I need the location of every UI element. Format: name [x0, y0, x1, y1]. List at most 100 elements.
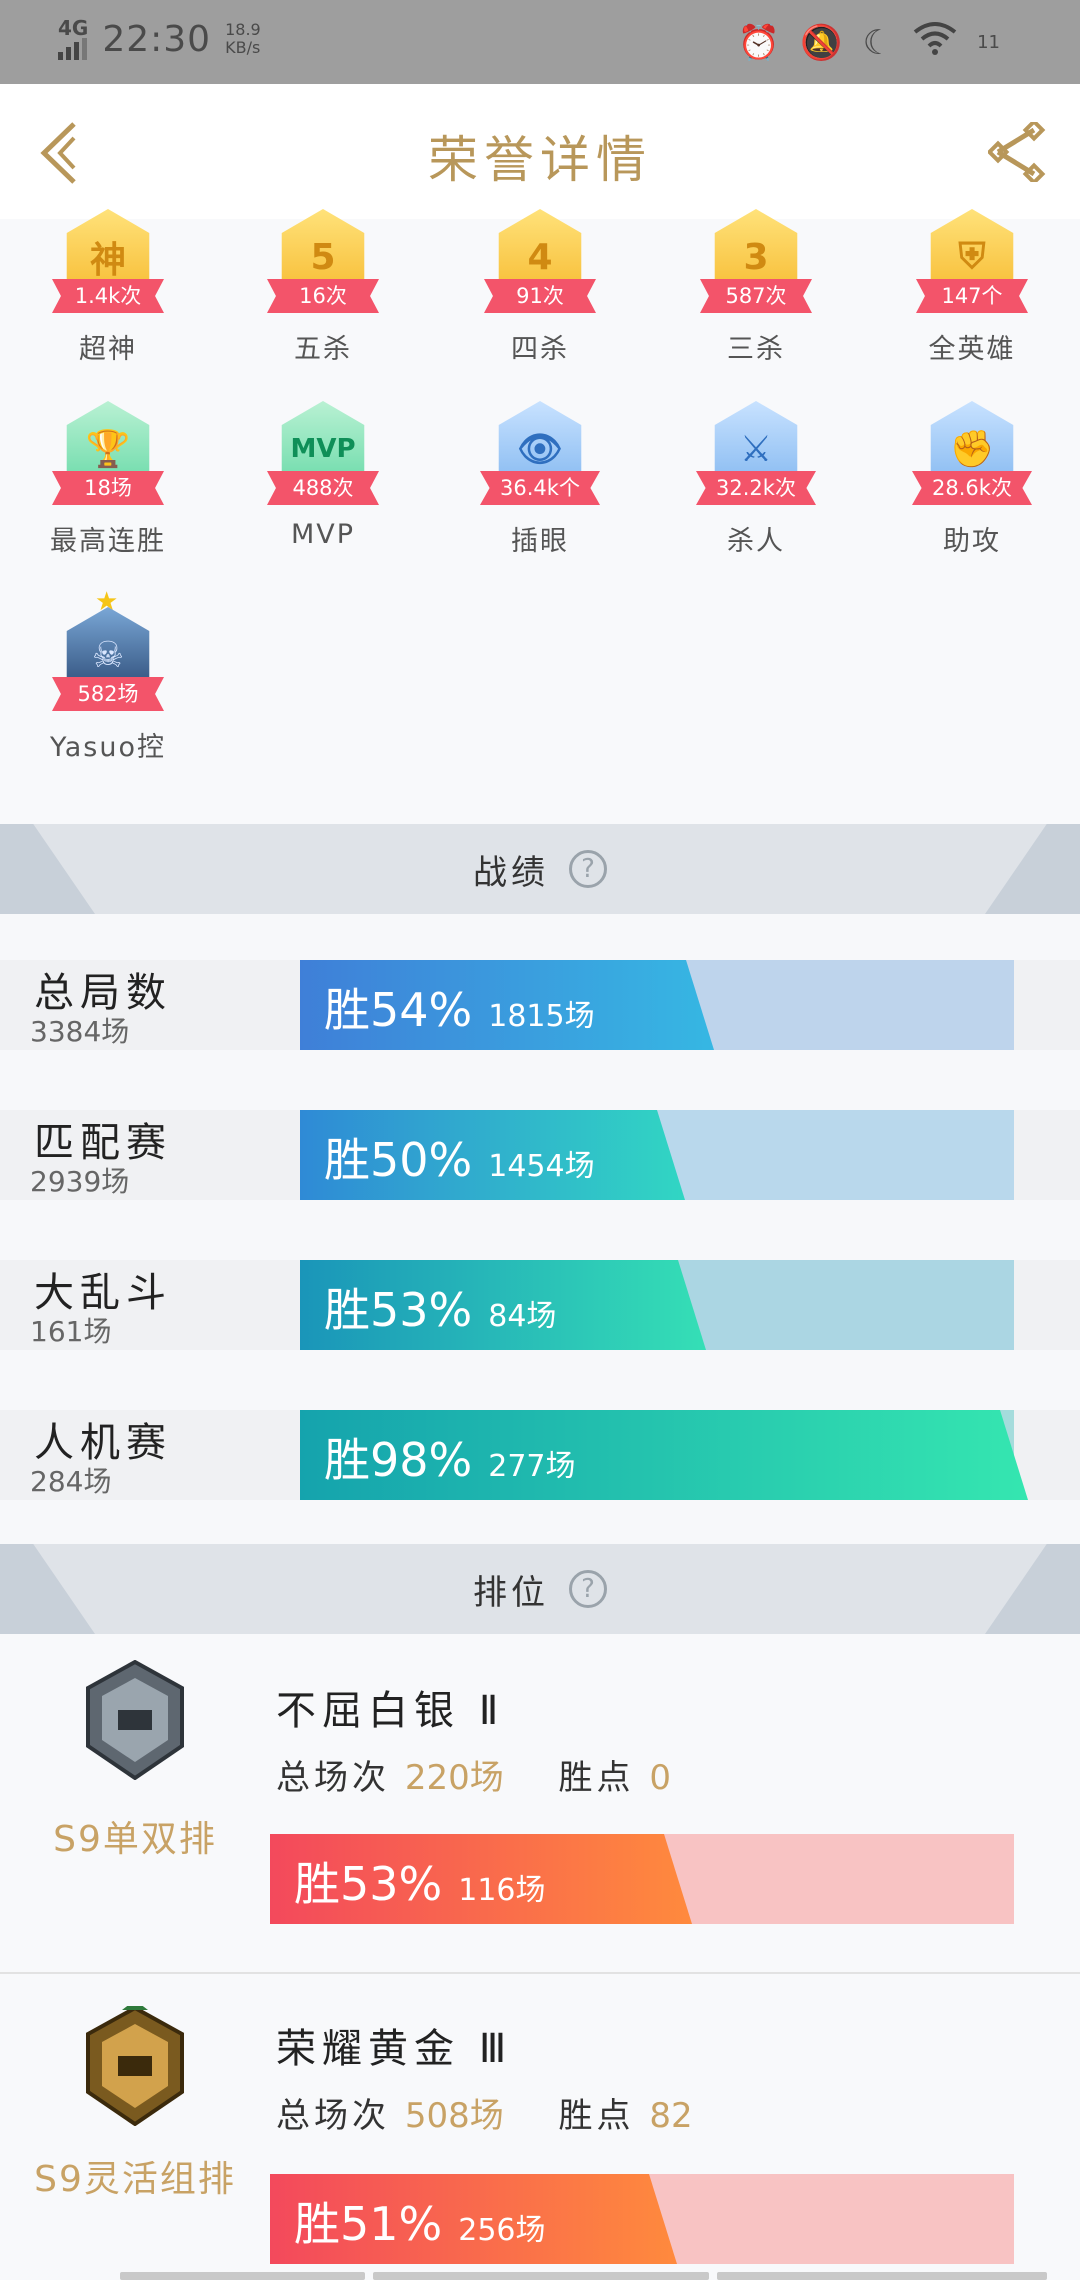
- badge-count: 582场: [52, 677, 164, 711]
- badge-label: MVP: [290, 519, 356, 550]
- signal-bars-icon: [58, 38, 88, 60]
- winrate-percent: 胜53%: [294, 1857, 443, 1911]
- badge-count: 18场: [52, 471, 164, 505]
- points-value: 82: [649, 2096, 693, 2136]
- winrate-percent: 胜98%: [324, 1433, 473, 1487]
- points-label: 胜点: [558, 1758, 635, 1798]
- rank-tier: 不屈白银 Ⅱ: [276, 1688, 505, 1734]
- winrate-bar: 胜98% 277场: [300, 1410, 1028, 1500]
- status-bar: 4G 22:30 18.9 KB/s ⏰ 🔕 ☾ 11: [0, 0, 1080, 84]
- record-row[interactable]: 总局数 3384场 胜54% 1815场: [0, 960, 1080, 1050]
- badge-champion-mastery[interactable]: ★ ☠ 582场 Yasuo控: [33, 587, 183, 764]
- badge-label: 助攻: [943, 526, 1001, 557]
- winrate-percent: 胜50%: [324, 1133, 473, 1187]
- badge-count: 28.6k次: [912, 471, 1032, 505]
- header-wing-right: [985, 1544, 1080, 1634]
- rank-card[interactable]: S9灵活组排 荣耀黄金 Ⅲ 总场次 508场 胜点 82 胜51% 256场: [0, 1974, 1080, 2280]
- badge-label: 最高连胜: [50, 526, 166, 557]
- silver-emblem-icon: [86, 1660, 184, 1780]
- wins-count: 256场: [458, 2213, 546, 2248]
- signal-indicator: 4G: [58, 18, 88, 60]
- badge-all-champions[interactable]: ⛨ 147个 全英雄: [897, 209, 1047, 366]
- record-count: 2939场: [30, 1165, 130, 1198]
- header-wing-left: [0, 1544, 95, 1634]
- record-count: 161场: [30, 1315, 112, 1348]
- badge-quadrakill[interactable]: 4 91次 四杀: [465, 209, 615, 366]
- wifi-icon: [913, 20, 957, 65]
- badge-label: 五杀: [294, 334, 352, 365]
- record-count: 3384场: [30, 1015, 130, 1048]
- badge-count: 32.2k次: [696, 471, 816, 505]
- rank-title: 排位: [473, 1572, 549, 1613]
- rank-section-header: 排位 ?: [0, 1544, 1080, 1634]
- moon-icon: ☾: [862, 22, 894, 63]
- gold-emblem-icon: [86, 2006, 184, 2126]
- badge-kills[interactable]: ⚔ 32.2k次 杀人: [681, 401, 831, 558]
- badge-count: 91次: [484, 279, 596, 313]
- rank-tier: 荣耀黄金 Ⅲ: [276, 2026, 513, 2072]
- help-icon[interactable]: ?: [569, 850, 607, 888]
- network-speed: 18.9 KB/s: [225, 21, 261, 57]
- badge-label: 四杀: [511, 334, 569, 365]
- badge-label: 杀人: [727, 526, 785, 557]
- badge-count: 488次: [267, 471, 379, 505]
- badge-pentakill[interactable]: 5 16次 五杀: [248, 209, 398, 366]
- speed-value: 18.9: [225, 20, 261, 39]
- winrate-percent: 胜51%: [294, 2197, 443, 2251]
- points-value: 0: [649, 1758, 671, 1798]
- badge-label: Yasuo控: [49, 732, 167, 763]
- alarm-icon: ⏰: [737, 22, 781, 63]
- badge-triplekill[interactable]: 3 587次 三杀: [681, 209, 831, 366]
- honor-badges: 神 1.4k次 超神 5 16次 五杀 4 91次 四杀 3 587次 三杀 ⛨…: [0, 209, 1080, 824]
- records-title: 战绩: [473, 852, 549, 893]
- wins-count: 277场: [488, 1449, 576, 1484]
- nav-bar: 荣誉详情: [0, 84, 1080, 221]
- badge-legendary[interactable]: 神 1.4k次 超神: [33, 209, 183, 366]
- total-value: 220场: [404, 1758, 504, 1798]
- rank-winrate-bar: 胜51% 256场: [270, 2174, 1014, 2264]
- badge-count: 147个: [916, 279, 1028, 313]
- winrate-bar: 胜53% 84场: [300, 1260, 1014, 1350]
- header-wing-right: [985, 824, 1080, 914]
- wins-count: 1454场: [488, 1149, 595, 1184]
- badge-label: 全英雄: [928, 334, 1016, 365]
- winrate-bar: 胜50% 1454场: [300, 1110, 1014, 1200]
- rank-season: S9灵活组排: [34, 2159, 236, 2200]
- mute-icon: 🔕: [800, 22, 843, 63]
- rank-card[interactable]: S9单双排 不屈白银 Ⅱ 总场次 220场 胜点 0 胜53% 116场: [0, 1634, 1080, 1972]
- network-type: 4G: [58, 16, 89, 40]
- header-wing-left: [0, 824, 95, 914]
- share-icon: [986, 118, 1046, 186]
- points-label: 胜点: [558, 2096, 635, 2136]
- speed-unit: KB/s: [225, 38, 261, 57]
- wins-count: 116场: [458, 1873, 546, 1908]
- help-icon[interactable]: ?: [569, 1570, 607, 1608]
- badge-mvp[interactable]: MVP 488次 MVP: [248, 401, 398, 550]
- wins-count: 84场: [488, 1299, 557, 1334]
- badge-win-streak[interactable]: 🏆 18场 最高连胜: [33, 401, 183, 558]
- winrate-bar: 胜54% 1815场: [300, 960, 1014, 1050]
- badge-wards[interactable]: 👁 36.4k个 插眼: [465, 401, 615, 558]
- record-row[interactable]: 匹配赛 2939场 胜50% 1454场: [0, 1110, 1080, 1200]
- badge-count: 36.4k个: [480, 471, 600, 505]
- record-row[interactable]: 大乱斗 161场 胜53% 84场: [0, 1260, 1080, 1350]
- scroll-indicator: [120, 2272, 1047, 2280]
- record-row[interactable]: 人机赛 284场 胜98% 277场: [0, 1410, 1080, 1500]
- records-section-header: 战绩 ?: [0, 824, 1080, 914]
- battery-level: 11: [977, 32, 1000, 53]
- badge-label: 超神: [79, 334, 137, 365]
- record-count: 284场: [30, 1465, 112, 1498]
- share-button[interactable]: [986, 118, 1048, 186]
- rank-winrate-bar: 胜53% 116场: [270, 1834, 1014, 1924]
- wins-count: 1815场: [488, 999, 595, 1034]
- winrate-percent: 胜53%: [324, 1283, 473, 1337]
- total-label: 总场次: [276, 2096, 390, 2136]
- winrate-percent: 胜54%: [324, 983, 473, 1037]
- badge-assists[interactable]: ✊ 28.6k次 助攻: [897, 401, 1047, 558]
- total-value: 508场: [404, 2096, 504, 2136]
- page-title: 荣誉详情: [428, 131, 652, 189]
- rank-stats: 总场次 220场 胜点 0: [276, 1750, 671, 1799]
- badge-count: 16次: [267, 279, 379, 313]
- total-label: 总场次: [276, 1758, 390, 1798]
- badge-count: 1.4k次: [52, 279, 164, 313]
